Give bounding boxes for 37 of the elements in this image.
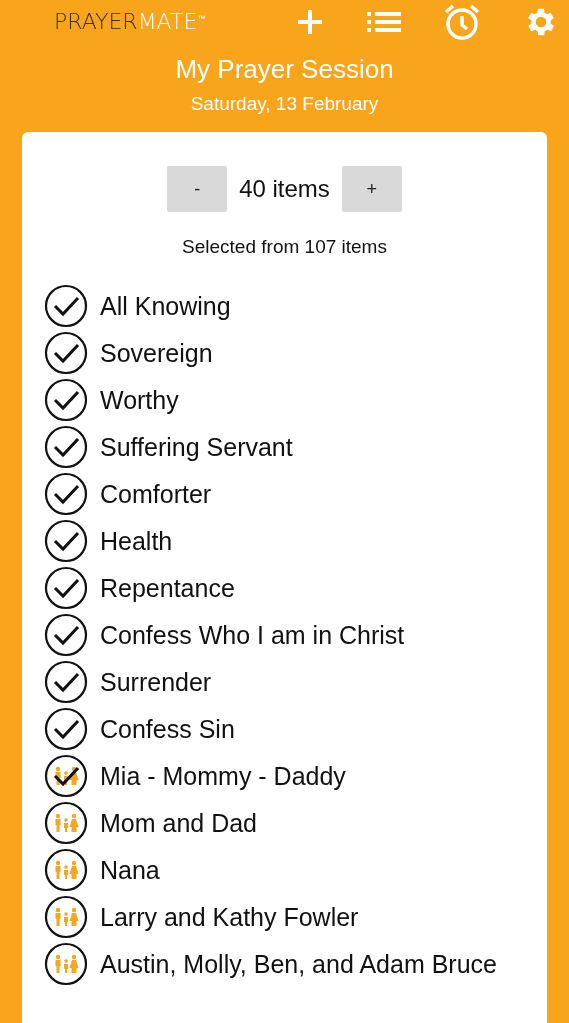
check-circle-icon[interactable]: [44, 613, 88, 657]
item-label[interactable]: Repentance: [100, 573, 235, 603]
item-label[interactable]: Health: [100, 526, 173, 556]
item-label[interactable]: Surrender: [100, 667, 212, 697]
check-circle-icon[interactable]: [44, 472, 88, 516]
check-circle-icon[interactable]: [44, 707, 88, 751]
increase-button[interactable]: +: [341, 166, 402, 212]
item-label[interactable]: Larry and Kathy Fowler: [100, 902, 359, 932]
check-circle-icon[interactable]: [44, 660, 88, 704]
check-circle-icon[interactable]: [44, 331, 88, 375]
session-date: Saturday, 13 February: [189, 92, 380, 116]
check-circle-icon[interactable]: [44, 519, 88, 563]
item-label[interactable]: Confess Sin: [100, 714, 235, 744]
item-label[interactable]: Confess Who I am in Christ: [100, 620, 405, 650]
item-label[interactable]: Sovereign: [100, 338, 213, 368]
people-icon[interactable]: [44, 895, 88, 939]
item-label[interactable]: Mia - Mommy - Daddy: [100, 761, 346, 791]
decrease-button[interactable]: -: [167, 166, 228, 212]
check-circle-icon[interactable]: [44, 425, 88, 469]
people-icon[interactable]: [44, 801, 88, 845]
session-title: My Prayer Session: [174, 54, 395, 84]
item-label[interactable]: All Knowing: [100, 291, 231, 321]
item-label[interactable]: Nana: [100, 855, 160, 885]
check-circle-icon[interactable]: [44, 566, 88, 610]
item-label[interactable]: Mom and Dad: [100, 808, 258, 838]
item-label[interactable]: Austin, Molly, Ben, and Adam Bruce: [100, 949, 497, 979]
item-label[interactable]: Suffering Servant: [100, 432, 293, 462]
item-label[interactable]: Comforter: [100, 479, 212, 509]
people-icon[interactable]: [44, 848, 88, 892]
item-count: 40 items: [239, 175, 330, 203]
people-icon[interactable]: [44, 942, 88, 986]
checked-people-icon[interactable]: [44, 754, 88, 798]
selection-summary: Selected from 107 items: [181, 236, 388, 258]
check-circle-icon[interactable]: [44, 378, 88, 422]
app-logo: PRAYER MATE$^{™}$: [54, 11, 206, 33]
item-label[interactable]: Worthy: [100, 385, 179, 415]
check-circle-icon[interactable]: [44, 284, 88, 328]
